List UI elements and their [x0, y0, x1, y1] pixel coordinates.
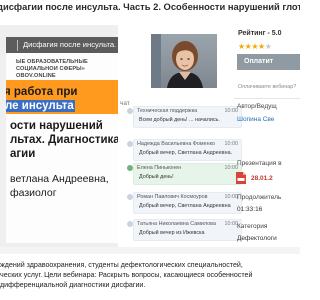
chat-message-author: Роман Павлович Космоуров	[137, 194, 208, 200]
webinar-page: дисфагии после инсульта. Часть 2. Особен…	[0, 0, 300, 300]
chat-message: Роман Павлович Космоуров 10:00 Добрый веч…	[126, 192, 242, 214]
chat-message-time: 10:00	[224, 165, 239, 171]
slide-subtitle-line: льтах. Диагностика	[10, 134, 118, 146]
chat-avatar-icon	[127, 141, 133, 147]
webinar-description: ждений здравоохранения, студенты дефекто…	[0, 260, 300, 290]
slide-author-line: ветлана Андреевна,	[10, 173, 109, 185]
chat-message-text: Добрый вечер из Ижевска	[139, 230, 205, 236]
description-line: ческих услуг. Цели вебинара: Раскрыть во…	[0, 271, 253, 279]
slide-subtitle-line: агии	[10, 148, 36, 160]
section-divider	[0, 247, 300, 254]
chat-avatar-icon	[127, 165, 133, 171]
presentation-label: Презентация в	[237, 160, 282, 167]
chat-message-time: 10:00	[224, 141, 239, 147]
slide-divider	[17, 39, 18, 51]
description-line: дифференциальной диагностики дисфагии.	[0, 281, 146, 289]
slide-subtitle-line: ости нарушений	[10, 120, 103, 132]
slide-org-line: СОЦИАЛЬНОЙ СФЕРЫ»	[16, 66, 85, 72]
chat-message-text: Добрый вечер, Светлана Андреевна	[139, 203, 231, 209]
duration-label: Продолжитель	[237, 194, 282, 201]
slide-title-line: я работа при	[6, 86, 78, 98]
star-icon[interactable]: ★	[265, 42, 272, 51]
slide-organization: ЫЕ ОБРАЗОВАТЕЛЬНЫЕ СОЦИАЛЬНОЙ СФЕРЫ» OBO…	[16, 59, 118, 80]
pay-note: Оплачиваете вебинар?	[238, 84, 297, 90]
description-line: ждений здравоохранения, студенты дефекто…	[0, 261, 243, 269]
chat-message-author: Техническая поддержка	[137, 108, 198, 114]
presentation-date[interactable]: 28.01.2	[251, 175, 273, 182]
presentation-slide: Дисфагия после инсульта. Часть 2. Особен…	[6, 37, 118, 243]
chat-message-text: Добрый день!	[139, 174, 174, 180]
slide-top-text: Дисфагия после инсульта. Часть 2. Особен…	[23, 40, 118, 49]
presenter-figure	[167, 41, 203, 88]
rating-label: Рейтинг - 5.0	[238, 30, 282, 37]
presentation-viewer[interactable]: Дисфагия после инсульта. Часть 2. Особен…	[0, 25, 118, 247]
slide-org-line: ЫЕ ОБРАЗОВАТЕЛЬНЫЕ	[16, 59, 88, 65]
author-label: Автор/Ведущ	[237, 103, 277, 110]
chat-message: Надежда Васильевна Фоменко 10:00 Добрый в…	[126, 139, 242, 161]
chat-message-text: Добрый вечер, Светлана Андреевна.	[139, 150, 233, 156]
chat-message-time: 10:00	[224, 194, 239, 200]
presenter-video[interactable]	[151, 34, 217, 88]
chat-avatar-icon	[127, 221, 133, 227]
chat-message-author: Елена Пиньконен	[137, 165, 182, 171]
slide-author-line: фазиолог	[10, 187, 57, 199]
category-label: Категория	[237, 223, 268, 230]
pay-button[interactable]: Оплатит	[237, 54, 300, 70]
star-icon[interactable]: ★	[251, 42, 258, 51]
duration-value: 01:33:16	[237, 206, 263, 213]
slide-subtitle: ости нарушений льтах. Диагностика агии	[10, 119, 118, 161]
chat-panel[interactable]: Техническая поддержка 10:00 Всем добрый д…	[126, 106, 242, 246]
chat-message: Елена Пиньконен 10:00 Добрый день!	[126, 163, 242, 185]
chat-message: Татьяна Николаевна Самилова 10:00 Добрый …	[126, 219, 242, 241]
slide-title-line: ле инсульта	[6, 100, 75, 112]
sidebar-divider	[234, 98, 300, 99]
chat-message-time: 10:00	[224, 108, 239, 114]
chat-avatar-icon	[127, 108, 133, 114]
chat-message-author: Татьяна Николаевна Самилова	[137, 221, 216, 227]
slide-title-highlight: ле инсульта	[6, 100, 75, 112]
chat-message-time: 10:00	[224, 221, 239, 227]
page-title: дисфагии после инсульта. Часть 2. Особен…	[0, 0, 300, 14]
chat-avatar-icon	[127, 194, 133, 200]
star-icon[interactable]: ★	[258, 42, 265, 51]
page-title-text: дисфагии после инсульта. Часть 2. Особен…	[0, 1, 300, 12]
chat-message-author: Надежда Васильевна Фоменко	[137, 141, 216, 147]
chat-message: Техническая поддержка 10:00 Всем добрый д…	[126, 106, 242, 128]
author-link[interactable]: Шопина Све	[237, 116, 274, 123]
pdf-file-icon[interactable]	[236, 172, 246, 184]
chat-message-text: Всем добрый день! ... начались.	[139, 117, 220, 123]
slide-author: ветлана Андреевна, фазиолог	[10, 172, 118, 200]
slide-title-band: я работа при ле инсульта	[6, 80, 118, 114]
star-icon[interactable]: ★	[238, 42, 245, 51]
slide-org-line: OBOV.ONLINE	[16, 73, 56, 79]
category-value[interactable]: Дефектологи	[237, 235, 277, 242]
rating-stars[interactable]: ★★★★★	[238, 42, 272, 51]
slide-top-bar: Дисфагия после инсульта. Часть 2. Особен…	[6, 37, 118, 53]
